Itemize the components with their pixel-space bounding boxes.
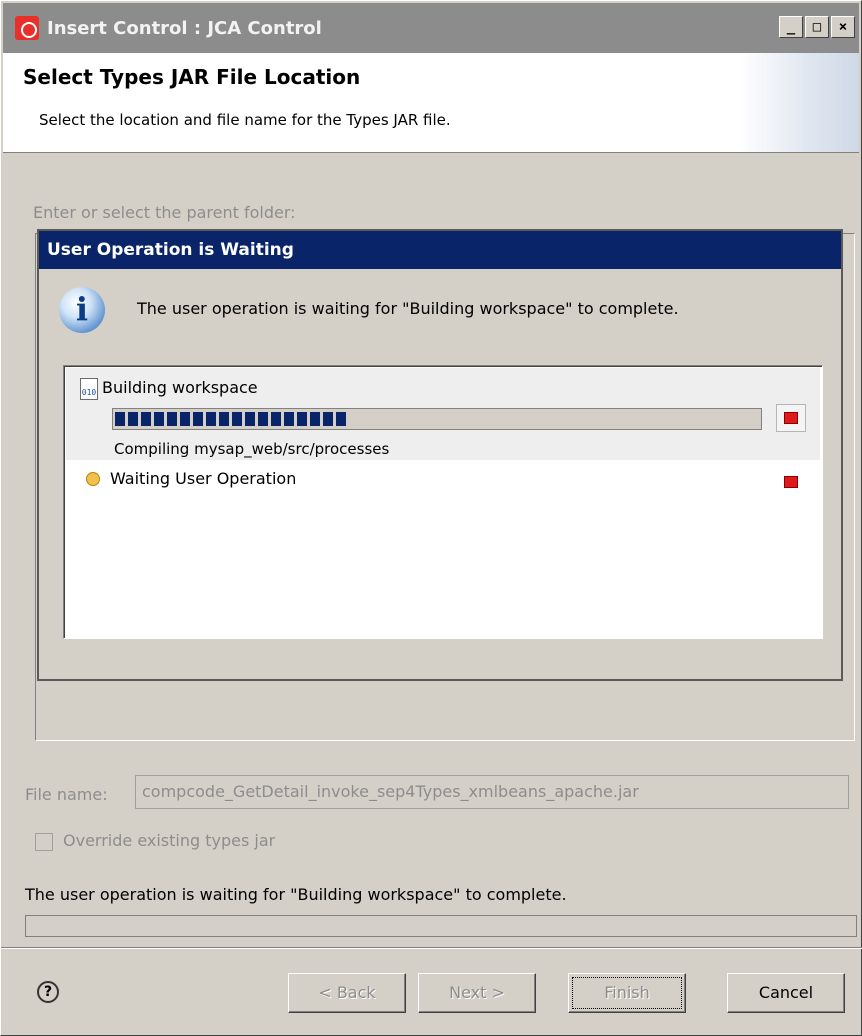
app-icon xyxy=(15,16,39,40)
next-button[interactable]: Next > xyxy=(418,973,536,1013)
wizard-header: Select Types JAR File Location Select th… xyxy=(3,53,859,153)
finish-button[interactable]: Finish xyxy=(568,973,686,1013)
stop-icon xyxy=(784,476,798,488)
status-message: The user operation is waiting for "Build… xyxy=(25,885,567,904)
job-detail: Compiling mysap_web/src/processes xyxy=(114,440,390,458)
help-icon[interactable]: ? xyxy=(37,981,59,1003)
window-title: Insert Control : JCA Control xyxy=(47,17,322,39)
maximize-button[interactable]: □ xyxy=(805,16,829,38)
job-name: Waiting User Operation xyxy=(110,469,297,488)
stop-icon xyxy=(784,412,798,424)
progress-dialog-title[interactable]: User Operation is Waiting xyxy=(39,231,841,269)
binary-file-icon: 010 xyxy=(80,378,98,400)
override-checkbox[interactable] xyxy=(35,833,53,851)
info-icon: i xyxy=(59,287,105,333)
job-name: Building workspace xyxy=(102,378,258,397)
page-description: Select the location and file name for th… xyxy=(39,111,451,129)
page-title: Select Types JAR File Location xyxy=(23,65,361,89)
status-progress-bar xyxy=(25,915,857,937)
override-checkbox-label: Override existing types jar xyxy=(63,831,276,850)
header-decoration xyxy=(739,53,859,152)
minimize-button[interactable]: _ xyxy=(779,16,803,38)
title-bar[interactable]: Insert Control : JCA Control _ □ × xyxy=(3,3,859,53)
cancel-job-button[interactable] xyxy=(776,404,806,432)
progress-dialog: User Operation is Waiting i The user ope… xyxy=(37,229,843,681)
job-progress-bar xyxy=(112,408,762,430)
list-item[interactable]: Waiting User Operation xyxy=(66,464,820,494)
waiting-icon xyxy=(86,472,100,486)
job-progress-fill xyxy=(115,412,349,426)
file-name-label: File name: xyxy=(25,785,108,804)
back-button[interactable]: < Back xyxy=(288,973,406,1013)
progress-message: The user operation is waiting for "Build… xyxy=(137,299,679,318)
cancel-button[interactable]: Cancel xyxy=(727,973,845,1013)
wizard-window: Insert Control : JCA Control _ □ × Selec… xyxy=(0,0,862,1036)
parent-folder-label: Enter or select the parent folder: xyxy=(33,203,296,222)
jobs-list: 010 Building workspace Compiling mysap_w… xyxy=(63,365,823,639)
file-name-field[interactable]: compcode_GetDetail_invoke_sep4Types_xmlb… xyxy=(135,775,849,809)
divider xyxy=(1,947,862,949)
close-button[interactable]: × xyxy=(831,16,855,38)
cancel-job-button[interactable] xyxy=(776,468,806,496)
window-controls: _ □ × xyxy=(779,16,855,38)
list-item[interactable]: 010 Building workspace Compiling mysap_w… xyxy=(66,368,820,460)
